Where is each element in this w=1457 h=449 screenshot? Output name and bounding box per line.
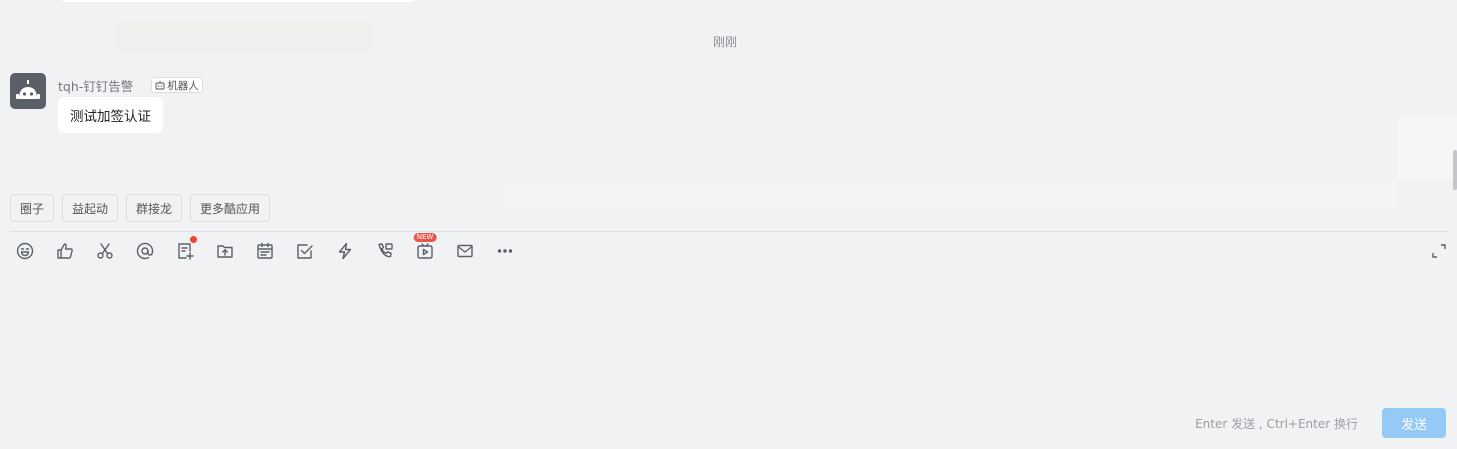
previous-message-card-edge (62, 0, 414, 2)
document-button[interactable] (174, 236, 197, 262)
calendar-icon (257, 242, 273, 259)
message-timestamp: 刚刚 (712, 35, 737, 49)
ding-button[interactable] (334, 240, 356, 262)
message-input[interactable] (10, 270, 1448, 400)
background-shade (500, 180, 1397, 210)
upload-file-icon (217, 245, 233, 258)
emoji-icon (16, 242, 34, 260)
quick-app-solitaire[interactable]: 群接龙 (126, 194, 183, 222)
sender-name[interactable]: tqh-钉钉告警 (58, 76, 133, 95)
at-icon (136, 242, 154, 260)
mention-button[interactable] (134, 240, 156, 262)
mail-button[interactable] (454, 240, 476, 262)
robot-icon (16, 80, 40, 99)
expand-icon (1432, 244, 1446, 258)
message-header: tqh-钉钉告警 机器人 (58, 76, 203, 94)
background-shade (1397, 116, 1457, 180)
like-button[interactable] (54, 240, 76, 262)
new-badge: NEW (413, 233, 437, 242)
more-icon (497, 249, 513, 253)
phone-icon (378, 243, 393, 258)
quick-apps-bar: 圈子 益起动 群接龙 更多酷应用 (10, 194, 271, 222)
upload-file-button[interactable] (214, 240, 236, 262)
more-button[interactable] (494, 240, 516, 262)
screenshot-button[interactable] (94, 240, 116, 262)
scissors-icon (97, 243, 113, 259)
quick-app-more[interactable]: 更多酷应用 (190, 194, 271, 222)
video-button[interactable]: NEW (413, 233, 437, 262)
robot-badge-label: 机器人 (167, 79, 199, 92)
doc-icon (178, 243, 194, 260)
robot-small-icon (155, 81, 165, 90)
ding-icon (338, 242, 352, 260)
send-shortcut-hint: Enter 发送 , Ctrl+Enter 换行 (1195, 417, 1358, 431)
thumbs-up-icon (57, 243, 73, 259)
quick-app-charity[interactable]: 益起动 (62, 194, 119, 222)
message-text: 测试加签认证 (70, 109, 151, 125)
robot-badge: 机器人 (151, 77, 203, 93)
chat-scrollbar[interactable] (1453, 150, 1457, 190)
call-button[interactable] (374, 240, 396, 262)
emoji-button[interactable] (14, 240, 36, 262)
robot-avatar[interactable] (10, 73, 46, 109)
todo-icon (297, 244, 313, 259)
mail-icon (457, 244, 473, 258)
message-bubble[interactable]: 测试加签认证 (58, 97, 163, 133)
composer-toolbar: NEW (14, 233, 516, 262)
calendar-button[interactable] (254, 240, 276, 262)
notification-dot (190, 236, 197, 243)
video-icon (417, 243, 433, 259)
send-button[interactable]: 发送 (1382, 408, 1446, 438)
expand-editor-button[interactable] (1429, 241, 1449, 261)
quick-app-circle[interactable]: 圈子 (10, 194, 55, 222)
todo-button[interactable] (294, 240, 316, 262)
composer-divider (10, 231, 1448, 232)
